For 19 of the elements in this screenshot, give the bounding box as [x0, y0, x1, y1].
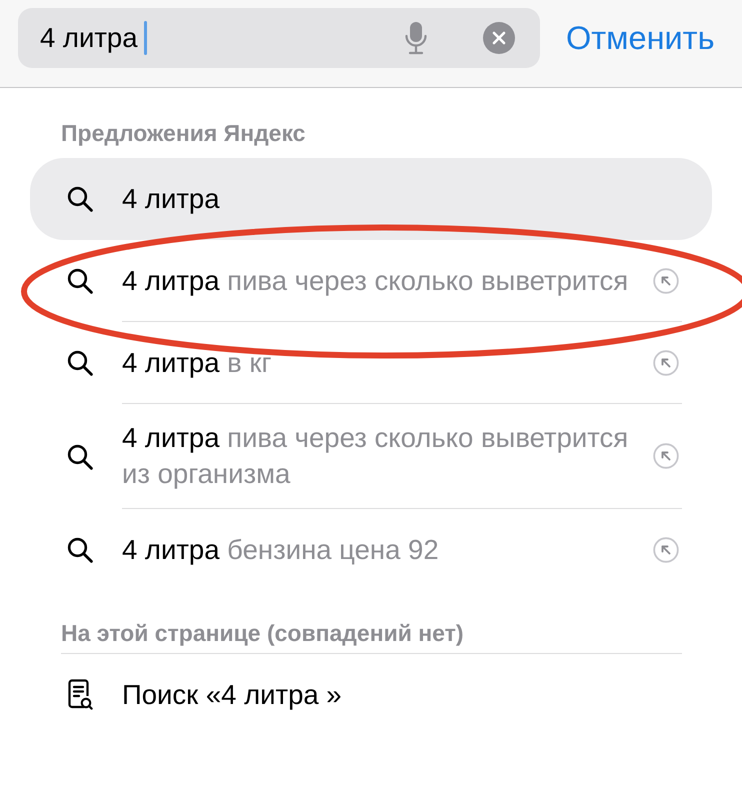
suggestion-item[interactable]: 4 литра в кг	[30, 322, 712, 404]
search-icon	[67, 536, 93, 564]
section-header: Предложения Яндекс	[61, 119, 306, 148]
section-header: На этой странице (совпадений нет)	[61, 591, 682, 654]
text-cursor	[144, 21, 147, 55]
microphone-icon[interactable]	[405, 21, 427, 55]
clear-button[interactable]	[483, 22, 515, 54]
suggestion-item[interactable]: 4 литра	[30, 158, 712, 240]
cancel-button[interactable]: Отменить	[566, 20, 715, 56]
suggestion-item[interactable]: 4 литра бензина цена 92	[30, 509, 712, 591]
document-search-icon	[67, 679, 93, 711]
suggestion-item[interactable]: 4 литра пива через сколько выветрится из организма	[30, 404, 712, 509]
search-icon	[67, 442, 93, 470]
search-icon	[67, 267, 93, 295]
search-field[interactable]: 4 литра	[18, 8, 540, 68]
search-icon	[67, 349, 93, 377]
find-on-page-item[interactable]: Поиск «4 литра »	[30, 654, 712, 736]
close-icon	[492, 31, 506, 45]
search-icon	[67, 185, 93, 213]
